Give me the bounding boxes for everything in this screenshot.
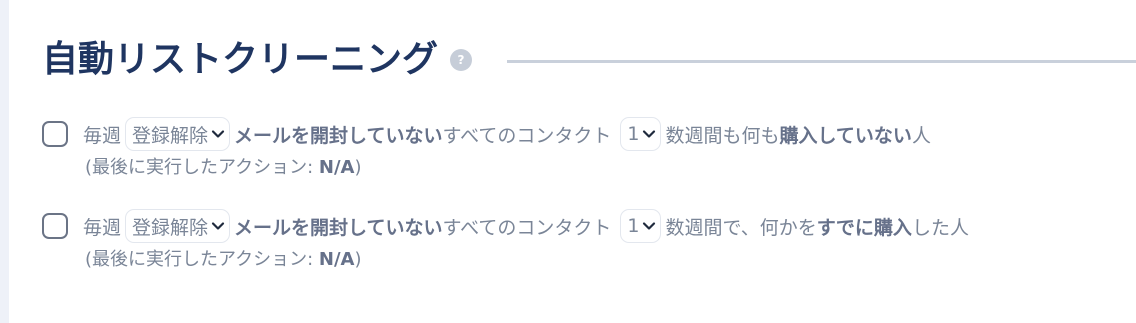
weeks-select[interactable]: 1	[620, 209, 662, 243]
chevron-down-icon	[211, 130, 225, 138]
suffix-text: 数週間も何も	[665, 124, 780, 147]
weeks-select[interactable]: 1	[620, 117, 662, 151]
chevron-down-icon	[643, 130, 656, 138]
last-action-close: )	[354, 249, 362, 270]
left-panel-edge	[0, 0, 9, 323]
last-action-value: N/A	[318, 249, 355, 270]
action-select[interactable]: 登録解除	[125, 117, 231, 151]
suffix-text: 数週間で、何かを	[665, 216, 817, 239]
action-select-value: 登録解除	[132, 216, 209, 239]
cleaning-rule-1: 毎週 登録解除 メールを開封していない すべてのコンタクト 1 数週間も何も 購入…	[42, 114, 931, 182]
condition-text: メールを開封していない	[234, 216, 443, 239]
last-action-info: (最後に実行したアクション: N/A)	[85, 246, 969, 274]
last-action-label: (最後に実行したアクション:	[85, 249, 319, 270]
suffix-bold-text: 購入していない	[779, 124, 912, 147]
header-divider	[507, 60, 1136, 63]
contacts-text: すべてのコンタクト	[442, 216, 612, 239]
chevron-down-icon	[211, 222, 225, 230]
rule-checkbox[interactable]	[42, 121, 68, 147]
section-header: 自動リストクリーニング ?	[42, 36, 473, 84]
weeks-select-value: 1	[627, 215, 640, 237]
last-action-label: (最後に実行したアクション:	[85, 157, 319, 178]
suffix-end-text: した人	[911, 216, 969, 239]
cleaning-rule-2: 毎週 登録解除 メールを開封していない すべてのコンタクト 1 数週間で、何かを…	[42, 206, 969, 274]
action-select-value: 登録解除	[132, 124, 209, 147]
page-title: 自動リストクリーニング	[42, 39, 439, 80]
frequency-text: 毎週	[83, 216, 122, 239]
weeks-select-value: 1	[627, 123, 640, 145]
suffix-bold-text: すでに購入	[816, 216, 912, 239]
suffix-end-text: 人	[911, 124, 931, 147]
rule-checkbox[interactable]	[42, 213, 68, 239]
help-icon[interactable]: ?	[450, 49, 473, 71]
contacts-text: すべてのコンタクト	[442, 124, 612, 147]
condition-text: メールを開封していない	[234, 124, 443, 147]
last-action-info: (最後に実行したアクション: N/A)	[85, 154, 931, 182]
chevron-down-icon	[643, 222, 656, 230]
frequency-text: 毎週	[83, 124, 122, 147]
last-action-value: N/A	[318, 157, 355, 178]
last-action-close: )	[354, 157, 362, 178]
action-select[interactable]: 登録解除	[125, 209, 231, 243]
